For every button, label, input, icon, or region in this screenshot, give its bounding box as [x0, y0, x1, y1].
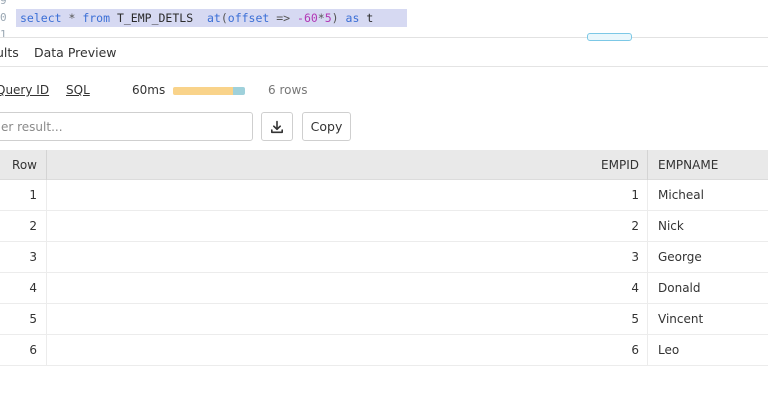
code-token: select: [20, 11, 62, 25]
tab-data-preview[interactable]: Data Preview: [34, 38, 116, 67]
empname-cell: Micheal: [658, 188, 704, 202]
empid-cell: 2: [47, 211, 648, 242]
empid-cell: 6: [47, 335, 648, 366]
table-row[interactable]: 1 1 Micheal: [0, 180, 768, 211]
empid-cell: 3: [47, 242, 648, 273]
download-icon: [271, 120, 283, 133]
query-duration: 60ms: [132, 83, 166, 97]
row-number-cell: 4: [0, 273, 47, 304]
tab-results[interactable]: ults: [0, 38, 19, 67]
copy-button[interactable]: Copy: [302, 112, 351, 141]
table-row[interactable]: 6 6 Leo: [0, 335, 768, 366]
code-token: *: [317, 11, 325, 25]
empname-cell: George: [658, 250, 702, 264]
empid-cell: 4: [47, 273, 648, 304]
filter-result-input[interactable]: [0, 112, 253, 141]
code-token: as: [345, 11, 360, 25]
code-token: ): [331, 11, 346, 25]
code-token: (: [220, 11, 228, 25]
row-number-cell: 6: [0, 335, 47, 366]
code-token: at: [206, 11, 221, 25]
code-token: T_EMP_DETLS: [110, 11, 207, 25]
table-row[interactable]: 4 4 Donald: [0, 273, 768, 304]
selected-code-line[interactable]: select * from T_EMP_DETLS at(offset => -…: [16, 9, 407, 27]
results-tabs: ults Data Preview: [0, 38, 768, 67]
rows-count: 6 rows: [268, 83, 308, 97]
timing-bar[interactable]: [173, 87, 245, 95]
column-header-empname[interactable]: EMPNAME: [658, 150, 718, 180]
empname-cell: Leo: [658, 343, 680, 357]
row-number-cell: 3: [0, 242, 47, 273]
empname-cell: Donald: [658, 281, 701, 295]
code-token: -60: [297, 11, 318, 25]
empid-cell: 1: [47, 180, 648, 211]
table-header: Row EMPID EMPNAME: [0, 150, 768, 180]
line-number: 0: [0, 11, 7, 24]
table-row[interactable]: 5 5 Vincent: [0, 304, 768, 335]
code-token: from: [82, 11, 111, 25]
timing-bar-segment: [173, 87, 233, 95]
query-stats: Query ID SQL 60ms 6 rows: [0, 67, 768, 111]
line-number: 9: [0, 0, 7, 7]
column-header-empid[interactable]: EMPID: [47, 150, 648, 180]
sql-link[interactable]: SQL: [66, 83, 90, 97]
code-token: =>: [269, 11, 298, 25]
empid-cell: 5: [47, 304, 648, 335]
download-button[interactable]: [261, 112, 293, 141]
row-number-cell: 1: [0, 180, 47, 211]
sql-editor[interactable]: 9 0 1 select * from T_EMP_DETLS at(offse…: [0, 0, 768, 41]
row-number-cell: 5: [0, 304, 47, 335]
column-header-row[interactable]: Row: [0, 150, 47, 180]
empname-cell: Vincent: [658, 312, 704, 326]
timing-bar-segment: [233, 87, 245, 95]
table-row[interactable]: 2 2 Nick: [0, 211, 768, 242]
code-token: *: [61, 11, 83, 25]
code-token: offset: [227, 11, 270, 25]
table-row[interactable]: 3 3 George: [0, 242, 768, 273]
row-number-cell: 2: [0, 211, 47, 242]
code-token: 5: [324, 11, 332, 25]
results-toolbar: Copy: [0, 111, 768, 147]
empname-cell: Nick: [658, 219, 684, 233]
query-id-link[interactable]: Query ID: [0, 83, 49, 97]
code-token: t: [359, 11, 374, 25]
